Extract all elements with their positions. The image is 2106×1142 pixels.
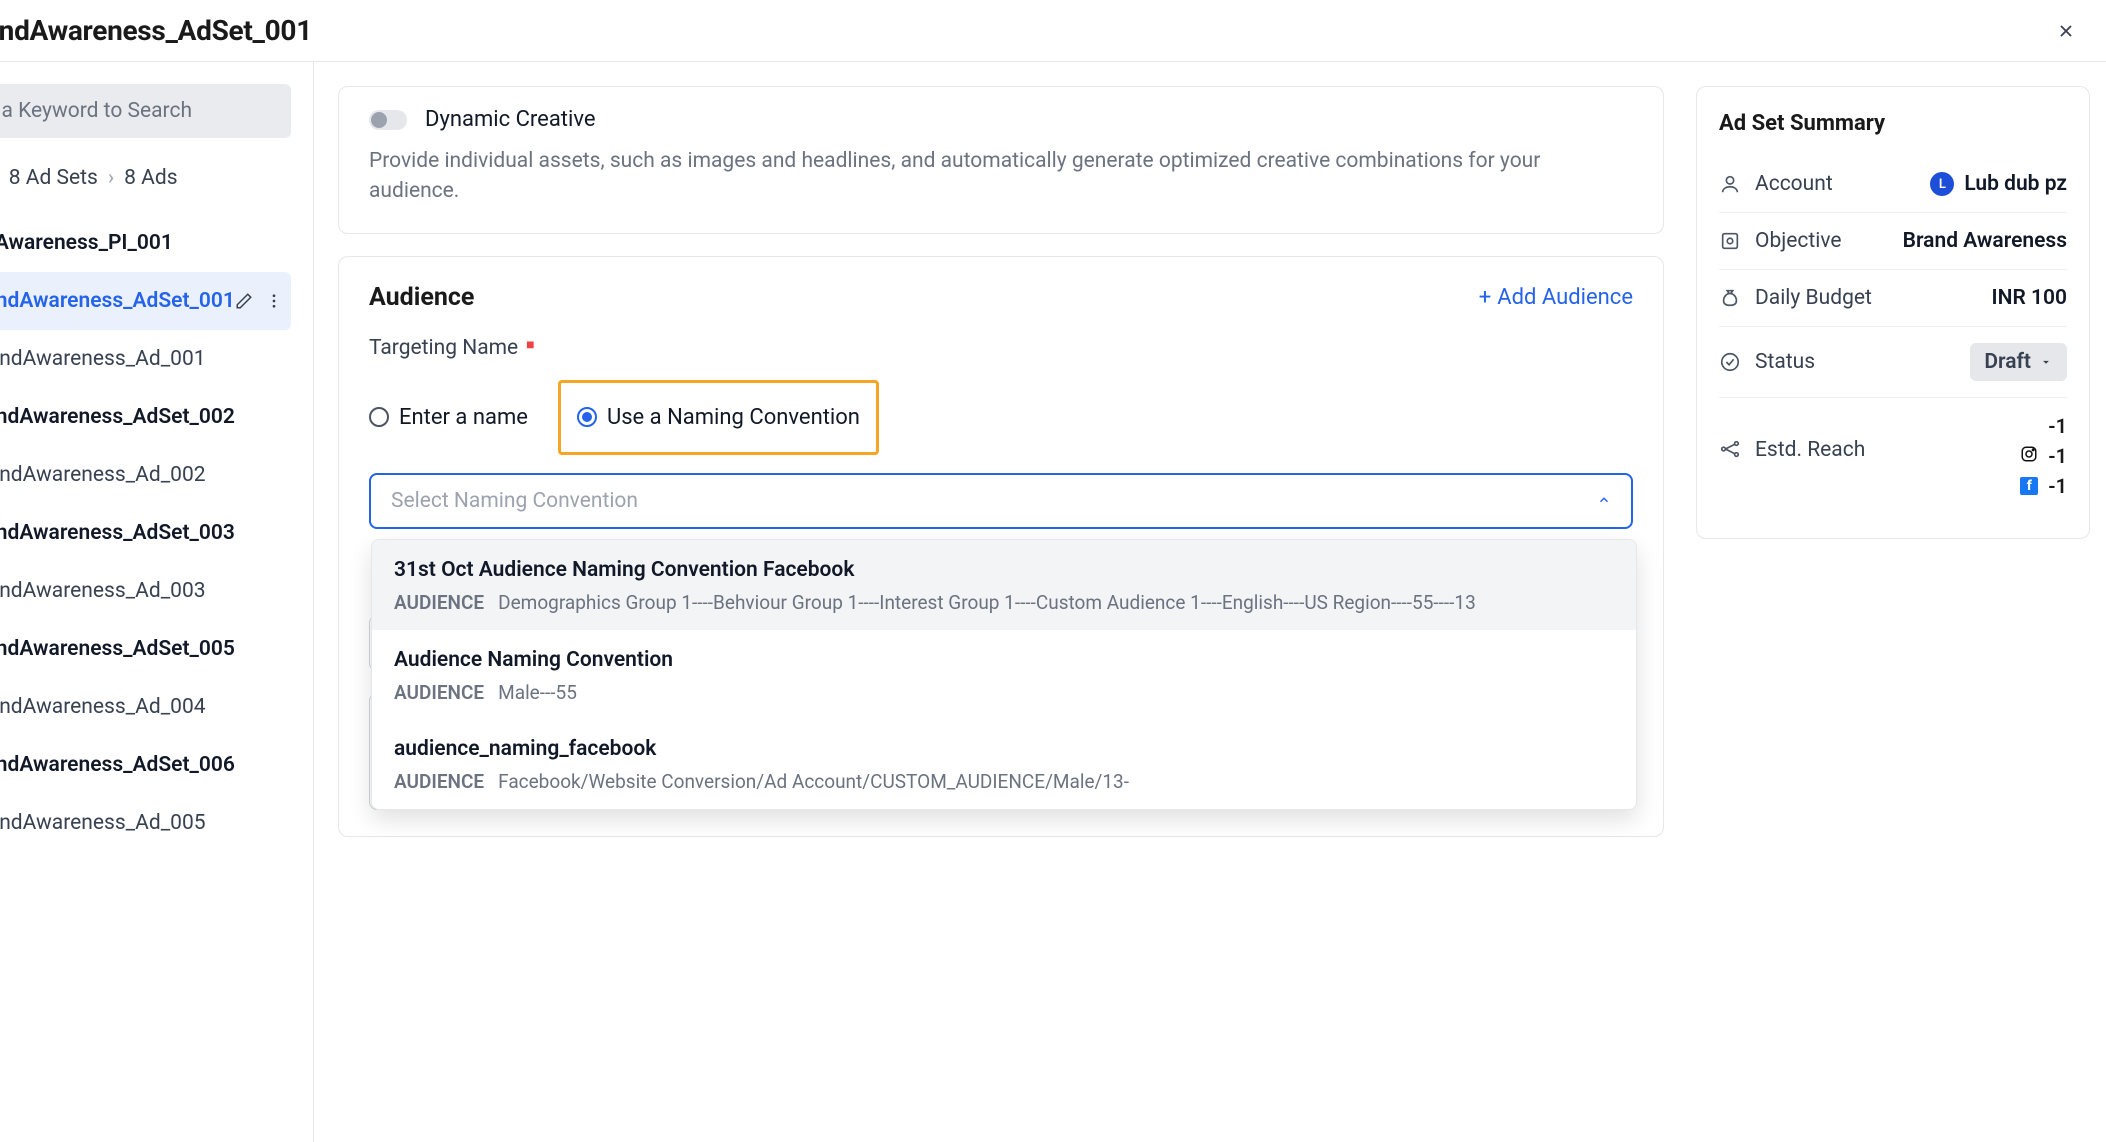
- main-content: Dynamic Creative Provide individual asse…: [314, 62, 1688, 1142]
- tree-item-label: BrandAwareness_AdSet_005: [0, 637, 235, 661]
- summary-row-budget: Daily Budget INR 100: [1719, 270, 2067, 327]
- account-avatar: L: [1930, 172, 1954, 196]
- breadcrumb-item[interactable]: 8 Ads: [124, 166, 177, 190]
- close-button[interactable]: [2050, 15, 2082, 47]
- audience-card: Audience + Add Audience Targeting Name ■: [338, 256, 1664, 837]
- tree-item-label: BrandAwareness_Ad_002: [0, 463, 206, 487]
- instagram-icon: [2020, 444, 2038, 468]
- check-circle-icon: [1719, 351, 1743, 373]
- add-audience-button[interactable]: + Add Audience: [1479, 285, 1633, 310]
- naming-convention-select[interactable]: Select Naming Convention: [369, 473, 1633, 529]
- search-input[interactable]: [0, 84, 291, 138]
- dynamic-creative-description: Provide individual assets, such as image…: [369, 146, 1633, 207]
- tree-item-label: andAwareness_PI_001: [0, 231, 173, 255]
- page-title: andAwareness_AdSet_001: [0, 14, 312, 47]
- target-icon: [1719, 230, 1743, 252]
- summary-title: Ad Set Summary: [1719, 111, 2067, 136]
- facebook-icon: f: [2020, 477, 2038, 495]
- tree-item-label: BrandAwareness_AdSet_006: [0, 753, 235, 777]
- tree-item[interactable]: BrandAwareness_Ad_003: [0, 562, 291, 620]
- tree-item[interactable]: BrandAwareness_AdSet_005: [0, 620, 291, 678]
- tree-item-label: BrandAwareness_Ad_001: [0, 347, 206, 371]
- naming-convention-highlight: Use a Naming Convention: [558, 380, 879, 455]
- header: andAwareness_AdSet_001: [0, 0, 2106, 62]
- tree-item[interactable]: andAwareness_PI_001: [0, 214, 291, 272]
- radio-enter-name[interactable]: Enter a name: [369, 405, 528, 430]
- dynamic-creative-toggle[interactable]: [369, 110, 407, 130]
- campaign-tree: andAwareness_PI_001 BrandAwareness_AdSet_…: [0, 214, 291, 852]
- dynamic-creative-card: Dynamic Creative Provide individual asse…: [338, 86, 1664, 234]
- status-dropdown[interactable]: Draft: [1970, 343, 2067, 381]
- tree-item-label: BrandAwareness_AdSet_002: [0, 405, 235, 429]
- more-icon[interactable]: [265, 292, 283, 310]
- user-icon: [1719, 173, 1743, 195]
- dropdown-option[interactable]: 31st Oct Audience Naming Convention Face…: [372, 540, 1636, 630]
- chevron-up-icon: [1597, 489, 1611, 513]
- tree-item[interactable]: BrandAwareness_AdSet_003: [0, 504, 291, 562]
- tree-item-label: BrandAwareness_AdSet_003: [0, 521, 235, 545]
- tree-item-label: BrandAwareness_AdSet_001: [0, 289, 235, 313]
- breadcrumb: ns › 8 Ad Sets › 8 Ads: [0, 158, 291, 214]
- dropdown-option[interactable]: audience_naming_facebook AUDIENCEFaceboo…: [372, 719, 1636, 809]
- tree-item[interactable]: BrandAwareness_Ad_004: [0, 678, 291, 736]
- tree-item-label: BrandAwareness_Ad_005: [0, 811, 206, 835]
- tree-item[interactable]: BrandAwareness_AdSet_001: [0, 272, 291, 330]
- tree-item[interactable]: BrandAwareness_AdSet_002: [0, 388, 291, 446]
- summary-row-status: Status Draft: [1719, 327, 2067, 398]
- chevron-right-icon: ›: [108, 166, 114, 190]
- edit-icon[interactable]: [235, 292, 253, 310]
- plus-icon: +: [1479, 285, 1491, 310]
- summary-panel: Ad Set Summary Account L Lub dub pz Obje…: [1688, 62, 2106, 1142]
- tree-item[interactable]: BrandAwareness_Ad_002: [0, 446, 291, 504]
- close-icon: [2056, 21, 2076, 41]
- summary-row-account: Account L Lub dub pz: [1719, 156, 2067, 213]
- audience-title: Audience: [369, 283, 474, 312]
- summary-row-reach: Estd. Reach -1 -1 f -1: [1719, 398, 2067, 514]
- naming-convention-dropdown: 31st Oct Audience Naming Convention Face…: [371, 539, 1637, 810]
- tree-item[interactable]: BrandAwareness_Ad_001: [0, 330, 291, 388]
- required-indicator: ■: [526, 337, 534, 353]
- targeting-name-label: Targeting Name: [369, 336, 518, 360]
- radio-use-convention[interactable]: Use a Naming Convention: [577, 405, 860, 430]
- network-icon: [1719, 438, 1743, 460]
- chevron-down-icon: [2039, 355, 2053, 369]
- tree-item[interactable]: BrandAwareness_AdSet_006: [0, 736, 291, 794]
- summary-row-objective: Objective Brand Awareness: [1719, 213, 2067, 270]
- breadcrumb-item[interactable]: 8 Ad Sets: [9, 166, 98, 190]
- sidebar: ns › 8 Ad Sets › 8 Ads andAwareness_PI_0…: [0, 62, 314, 1142]
- dynamic-creative-label: Dynamic Creative: [425, 107, 596, 132]
- money-bag-icon: [1719, 287, 1743, 309]
- tree-item[interactable]: BrandAwareness_Ad_005: [0, 794, 291, 852]
- tree-item-label: BrandAwareness_Ad_003: [0, 579, 206, 603]
- tree-item-label: BrandAwareness_Ad_004: [0, 695, 206, 719]
- dropdown-option[interactable]: Audience Naming Convention AUDIENCEMale-…: [372, 630, 1636, 720]
